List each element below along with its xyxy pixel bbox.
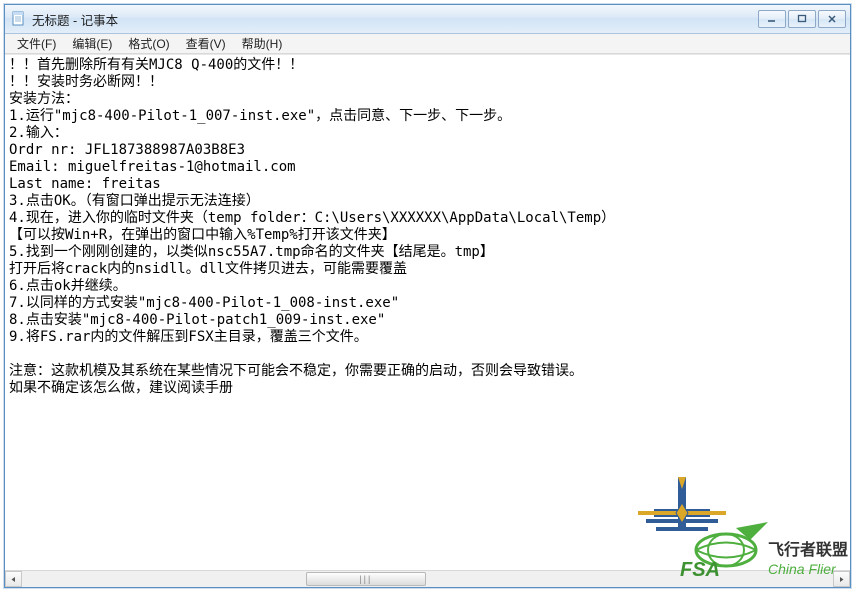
scroll-thumb[interactable]: ||| xyxy=(306,572,426,586)
minimize-button[interactable] xyxy=(758,10,786,28)
window-title: 无标题 - 记事本 xyxy=(32,10,758,29)
scroll-right-button[interactable] xyxy=(833,571,850,587)
close-button[interactable] xyxy=(818,10,846,28)
window-controls xyxy=(758,10,848,28)
menu-format[interactable]: 格式(O) xyxy=(120,34,177,53)
notepad-window: 无标题 - 记事本 文件(F) 编辑(E) 格式(O) 查看(V) 帮助(H) … xyxy=(4,4,851,588)
text-editor[interactable]: ！！首先删除所有有关MJC8 Q-400的文件！！ ！！安装时务必断网！！ 安装… xyxy=(5,55,850,570)
menu-file[interactable]: 文件(F) xyxy=(9,34,64,53)
titlebar[interactable]: 无标题 - 记事本 xyxy=(5,5,850,34)
maximize-button[interactable] xyxy=(788,10,816,28)
notepad-icon xyxy=(11,11,27,27)
menu-edit[interactable]: 编辑(E) xyxy=(64,34,120,53)
menubar: 文件(F) 编辑(E) 格式(O) 查看(V) 帮助(H) xyxy=(5,34,850,54)
horizontal-scrollbar[interactable]: ||| xyxy=(5,570,850,587)
scroll-left-button[interactable] xyxy=(5,571,22,587)
content-area: ！！首先删除所有有关MJC8 Q-400的文件！！ ！！安装时务必断网！！ 安装… xyxy=(5,54,850,587)
scroll-track[interactable]: ||| xyxy=(22,571,833,587)
menu-help[interactable]: 帮助(H) xyxy=(234,34,291,53)
menu-view[interactable]: 查看(V) xyxy=(178,34,234,53)
